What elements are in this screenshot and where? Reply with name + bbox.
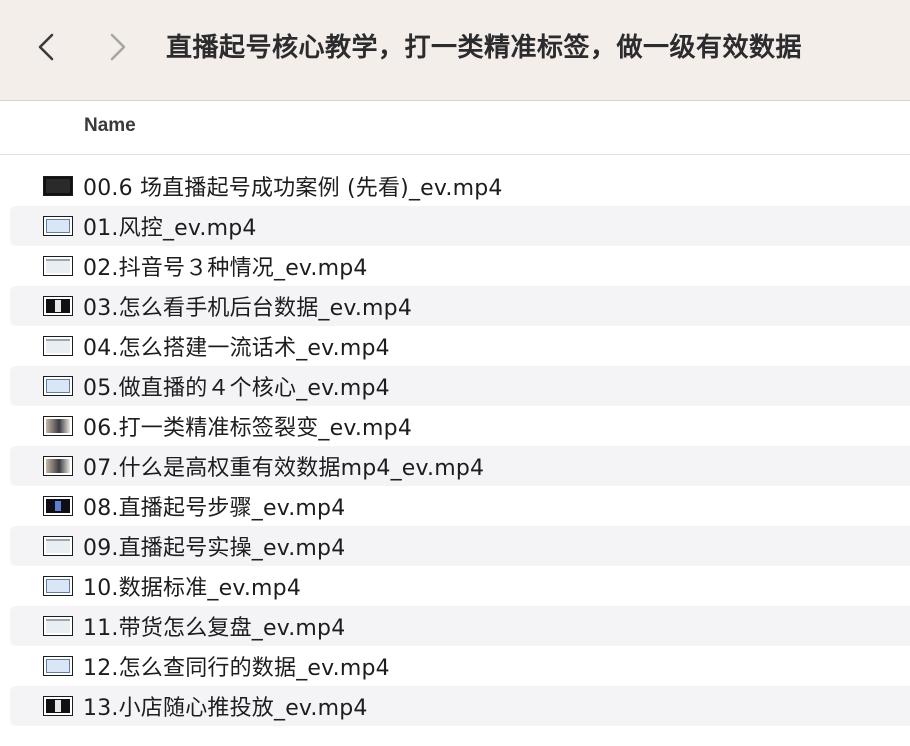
file-name: 12.怎么查同行的数据_ev.mp4 (83, 656, 390, 681)
file-name: 11.带货怎么复盘_ev.mp4 (83, 616, 346, 641)
file-row[interactable]: 13.小店随心推投放_ev.mp4 (10, 686, 910, 726)
video-thumbnail-icon (43, 576, 73, 596)
video-thumbnail-icon (43, 696, 73, 716)
file-row[interactable]: 05.做直播的４个核心_ev.mp4 (10, 366, 910, 406)
file-name: 03.怎么看手机后台数据_ev.mp4 (83, 296, 413, 321)
file-row[interactable]: 06.打一类精准标签裂变_ev.mp4 (10, 406, 910, 446)
file-name: 07.什么是高权重有效数据mp4_ev.mp4 (83, 456, 485, 481)
file-row[interactable]: 02.抖音号３种情况_ev.mp4 (10, 246, 910, 286)
file-name: 04.怎么搭建一流话术_ev.mp4 (83, 336, 390, 361)
list-header: Name (0, 101, 910, 155)
window-toolbar: 直播起号核心教学，打一类精准标签，做一级有效数据 (0, 0, 910, 101)
chevron-left-icon[interactable] (32, 29, 60, 65)
file-row[interactable]: 10.数据标准_ev.mp4 (10, 566, 910, 606)
window-title: 直播起号核心教学，打一类精准标签，做一级有效数据 (166, 33, 803, 63)
video-thumbnail-icon (43, 456, 73, 476)
column-header-name[interactable]: Name (84, 115, 136, 137)
file-row[interactable]: 07.什么是高权重有效数据mp4_ev.mp4 (10, 446, 910, 486)
file-row[interactable]: 11.带货怎么复盘_ev.mp4 (10, 606, 910, 646)
file-row[interactable]: 01.风控_ev.mp4 (10, 206, 910, 246)
video-thumbnail-icon (43, 536, 73, 556)
file-row[interactable]: 12.怎么查同行的数据_ev.mp4 (10, 646, 910, 686)
file-name: 08.直播起号步骤_ev.mp4 (83, 496, 346, 521)
file-name: 02.抖音号３种情况_ev.mp4 (83, 256, 368, 281)
video-thumbnail-icon (43, 216, 73, 236)
chevron-right-icon[interactable] (104, 29, 132, 65)
file-row[interactable]: 03.怎么看手机后台数据_ev.mp4 (10, 286, 910, 326)
file-name: 05.做直播的４个核心_ev.mp4 (83, 376, 390, 401)
video-thumbnail-icon (43, 336, 73, 356)
file-list: 00.6 场直播起号成功案例 (先看)_ev.mp4 01.风控_ev.mp4 02… (10, 166, 910, 726)
video-thumbnail-icon (43, 176, 73, 196)
video-thumbnail-icon (43, 296, 73, 316)
file-name: 01.风控_ev.mp4 (83, 216, 257, 241)
video-thumbnail-icon (43, 376, 73, 396)
file-name: 06.打一类精准标签裂变_ev.mp4 (83, 416, 413, 441)
video-thumbnail-icon (43, 256, 73, 276)
video-thumbnail-icon (43, 496, 73, 516)
video-thumbnail-icon (43, 616, 73, 636)
file-row[interactable]: 04.怎么搭建一流话术_ev.mp4 (10, 326, 910, 366)
file-name: 13.小店随心推投放_ev.mp4 (83, 696, 368, 721)
video-thumbnail-icon (43, 656, 73, 676)
file-name: 09.直播起号实操_ev.mp4 (83, 536, 346, 561)
file-row[interactable]: 09.直播起号实操_ev.mp4 (10, 526, 910, 566)
video-thumbnail-icon (43, 416, 73, 436)
file-name: 00.6 场直播起号成功案例 (先看)_ev.mp4 (83, 176, 503, 201)
file-name: 10.数据标准_ev.mp4 (83, 576, 302, 601)
file-row[interactable]: 00.6 场直播起号成功案例 (先看)_ev.mp4 (10, 166, 910, 206)
file-row[interactable]: 08.直播起号步骤_ev.mp4 (10, 486, 910, 526)
